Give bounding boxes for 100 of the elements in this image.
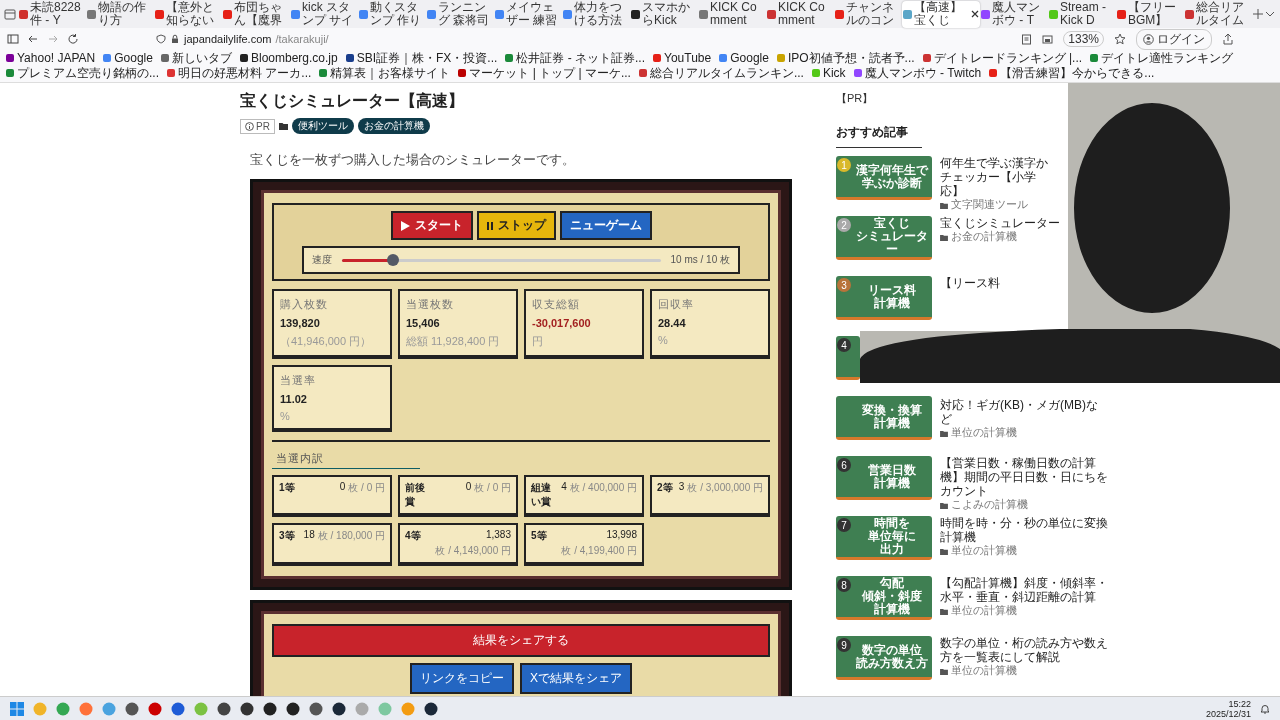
article-thumbnail[interactable]: 3 リース料 計算機: [836, 276, 932, 320]
article-link[interactable]: 対応！ギガ(KB)・メガ(MB)な ど: [940, 398, 1098, 426]
bookmark-link[interactable]: YouTube: [653, 51, 712, 65]
speed-slider-thumb[interactable]: [386, 253, 399, 266]
start-icon[interactable]: [10, 701, 24, 716]
article-thumbnail[interactable]: 1 漢字何年生で 学ぶか診断: [836, 156, 932, 200]
browser-tab[interactable]: 布団ちゃん【魔界: [222, 0, 290, 28]
login-button[interactable]: ログイン: [1136, 28, 1212, 50]
article-link[interactable]: 宝くじシミュレーター: [940, 216, 1060, 230]
app-icon[interactable]: [309, 701, 323, 716]
clock-date: 2025/12/31: [1205, 708, 1251, 719]
app-icon[interactable]: [286, 701, 300, 716]
article-link[interactable]: 何年生で学ぶ漢字か チェッカー【小学 応】: [940, 156, 1048, 198]
browser-tab[interactable]: 【意外と知らない: [154, 0, 222, 28]
browser-tab[interactable]: 動くスタンプ 作り: [358, 0, 426, 28]
star-icon[interactable]: [1114, 33, 1126, 45]
bookmark-link[interactable]: 明日の好悪材料 アーカ...: [167, 66, 312, 80]
category-link[interactable]: 文字関連ツール: [951, 198, 1028, 212]
back-icon[interactable]: [27, 33, 39, 45]
article-thumbnail[interactable]: 7 時間を 単位毎に 出力: [836, 516, 932, 560]
category-link[interactable]: 単位の計算機: [951, 664, 1017, 678]
app-icon[interactable]: [125, 701, 139, 716]
article-thumbnail[interactable]: 変換・換算 計算機: [836, 396, 932, 440]
article-thumbnail[interactable]: 9 数字の単位 読み方数え方: [836, 636, 932, 680]
bookmark-link[interactable]: SBI証券｜株・FX・投資...: [345, 51, 498, 65]
chevron-down-icon[interactable]: [1265, 9, 1275, 19]
article-link[interactable]: 時間を時・分・秒の単位に変換 計算機: [940, 516, 1108, 544]
article-thumbnail[interactable]: 6 営業日数 計算機: [836, 456, 932, 500]
app-icon[interactable]: [240, 701, 254, 716]
browser-tab[interactable]: 魔人マンボウ - T: [980, 0, 1048, 28]
article-link[interactable]: 【リース料: [940, 276, 1000, 290]
bookmark-link[interactable]: Google: [103, 51, 153, 65]
address-field[interactable]: japandailylife.com /takarakuji/: [156, 33, 806, 45]
article-thumbnail[interactable]: 8 勾配 傾斜・斜度 計算機: [836, 576, 932, 620]
category-link[interactable]: お金の計算機: [951, 230, 1017, 244]
bell-icon[interactable]: [1260, 703, 1270, 714]
tab-list-icon[interactable]: [3, 7, 17, 21]
browser-tab[interactable]: 【フリーBGM】: [1116, 0, 1184, 28]
sidebar-icon[interactable]: [7, 33, 19, 45]
bookmark-link[interactable]: 【滑舌練習】今からできる...: [989, 66, 1155, 80]
share-button[interactable]: Xで結果をシェア: [520, 663, 632, 694]
share-button[interactable]: リンクをコピー: [410, 663, 514, 694]
category-link[interactable]: こよみの計算機: [951, 498, 1028, 512]
play-icon: [400, 220, 410, 231]
folder-icon: [940, 429, 948, 437]
app-icon[interactable]: [217, 701, 231, 716]
browser-tab[interactable]: KICK Comment: [698, 0, 766, 28]
simulator-button[interactable]: スタート: [390, 211, 473, 240]
simulator-button[interactable]: ニューゲーム: [559, 211, 652, 240]
browser-tab[interactable]: ランニング 森将司: [426, 0, 494, 28]
bookmark-link[interactable]: Bloomberg.co.jp: [239, 51, 338, 65]
reader-view-icon[interactable]: [1021, 33, 1033, 45]
browser-tab[interactable]: スマホからKick: [630, 0, 698, 28]
app-icon[interactable]: [424, 701, 438, 716]
browser-tab[interactable]: チャンネルのコン: [834, 0, 902, 28]
bookmark-link[interactable]: デイトレードランキング |...: [922, 51, 1083, 65]
category-tag[interactable]: お金の計算機: [357, 118, 430, 134]
bookmark-link[interactable]: プレミアム空売り銘柄の...: [6, 66, 159, 80]
article-link[interactable]: 数字の単位・桁の読み方や数え 方を一覧表にして解説: [940, 636, 1108, 664]
browser-tab[interactable]: 未読8228件 - Y: [18, 0, 86, 28]
screenshot-icon[interactable]: [1042, 33, 1054, 45]
bookmark-link[interactable]: デイトレ適性ランキング: [1090, 51, 1234, 65]
browser-tab[interactable]: 【高速】宝くじ: [902, 0, 980, 28]
bookmark-link[interactable]: 松井証券 - ネット証券...: [505, 51, 646, 65]
share-icon[interactable]: [1222, 33, 1234, 45]
browser-tab[interactable]: メイウェザー 練習: [494, 0, 562, 28]
article-link[interactable]: 【勾配計算機】斜度・傾斜率・ 水平・垂直・斜辺距離の計算: [940, 576, 1108, 604]
bookmark-link[interactable]: 精算表｜お客様サイト: [319, 66, 451, 80]
bookmark-link[interactable]: Kick: [811, 66, 846, 80]
thumbnail-text: 宝くじ シミュレーター: [855, 217, 929, 256]
app-icon[interactable]: [263, 701, 277, 716]
browser-tab[interactable]: kick スタンプ サイ: [290, 0, 358, 28]
thumbnail-text: 勾配 傾斜・斜度 計算機: [862, 577, 922, 616]
browser-tab[interactable]: 体力をつける方法: [562, 0, 630, 28]
plus-icon[interactable]: [1253, 9, 1263, 19]
category-link[interactable]: 単位の計算機: [951, 604, 1017, 618]
bookmark-link[interactable]: 総合リアルタイムランキン...: [638, 66, 804, 80]
bookmark-link[interactable]: Yahoo! JAPAN: [6, 51, 96, 65]
category-link[interactable]: 単位の計算機: [951, 426, 1017, 440]
share-results-button[interactable]: 結果をシェアする: [272, 624, 770, 657]
bookmark-link[interactable]: IPO初値予想・読者予...: [776, 51, 915, 65]
article-link[interactable]: 【営業日数・稼働日数の計算 機】期間の平日日数・日にちを カウント: [940, 456, 1108, 498]
browser-tab[interactable]: Stream - Kick D: [1048, 0, 1116, 28]
bookmark-link[interactable]: 新しいタブ: [160, 51, 232, 65]
folder-icon: [940, 547, 948, 555]
bookmark-link[interactable]: マーケット | トップ | マーケ...: [458, 66, 631, 80]
simulator-button[interactable]: ストップ: [476, 211, 556, 240]
article-thumbnail[interactable]: 2 宝くじ シミュレーター: [836, 216, 932, 260]
browser-tab[interactable]: KICK Comment: [766, 0, 834, 28]
reload-icon[interactable]: [67, 33, 79, 45]
app-icon[interactable]: [332, 701, 346, 716]
bookmark-link[interactable]: 魔人マンボウ - Twitch: [853, 66, 982, 80]
bookmark-link[interactable]: Google: [719, 51, 769, 65]
browser-tab[interactable]: 総合リアルタイム: [1184, 0, 1252, 28]
favicon-icon: [495, 9, 504, 19]
category-link[interactable]: 単位の計算機: [951, 544, 1017, 558]
category-tag[interactable]: 便利ツール: [291, 118, 354, 134]
article-thumbnail[interactable]: 4: [836, 336, 860, 380]
browser-tab[interactable]: 物語の作り方: [86, 0, 154, 28]
close-icon[interactable]: [971, 10, 979, 18]
